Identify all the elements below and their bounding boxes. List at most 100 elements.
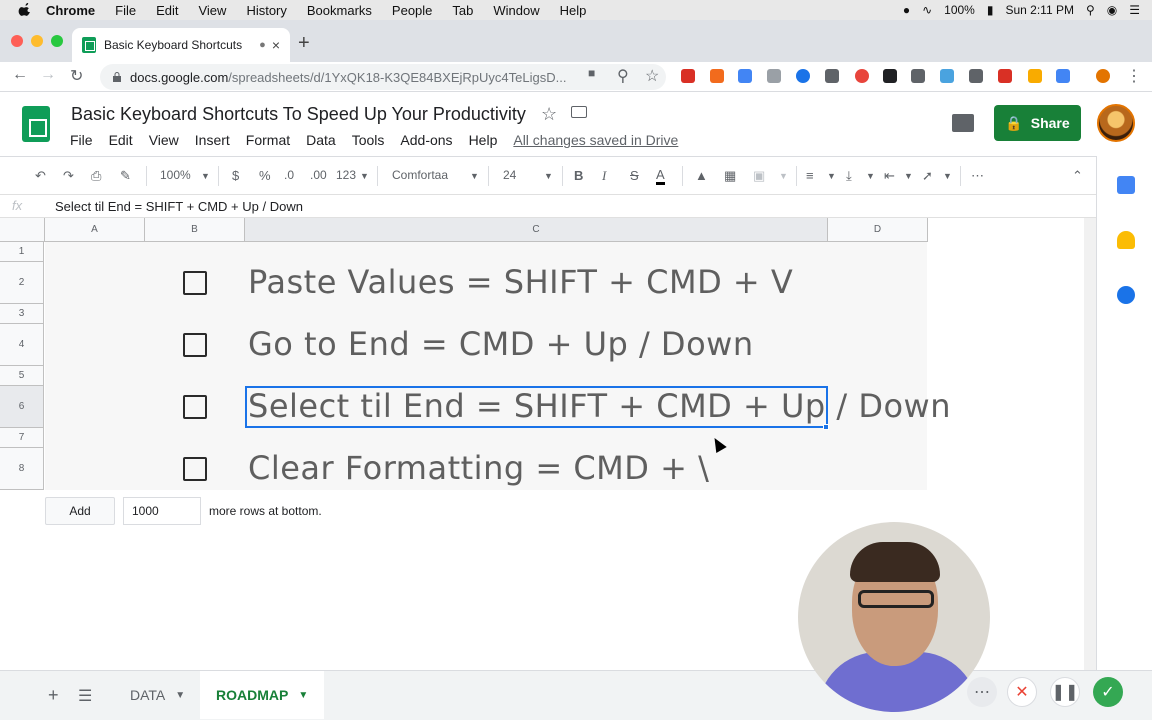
recording-pause-icon[interactable]: ❚❚ — [1050, 677, 1080, 707]
rows-count-input[interactable]: 1000 — [123, 497, 201, 525]
more-vertical-icon[interactable]: ⋮ — [1126, 66, 1142, 86]
apple-icon[interactable] — [18, 3, 32, 17]
fill-handle[interactable] — [823, 424, 829, 430]
download-extension-icon[interactable] — [796, 69, 810, 83]
merge-cells-icon[interactable]: ▣ — [753, 168, 765, 184]
doc-menu-insert[interactable]: Insert — [195, 132, 230, 148]
spotlight-icon[interactable]: ⚲ — [1086, 3, 1095, 17]
window-minimize-button[interactable] — [31, 35, 43, 47]
menu-bookmarks[interactable]: Bookmarks — [307, 3, 372, 18]
microphone-icon[interactable]: ● — [903, 3, 910, 17]
redo-icon[interactable]: ↷ — [63, 168, 74, 184]
battery-icon[interactable]: ▮ — [987, 3, 994, 17]
vertical-align-icon[interactable]: ⤓ — [846, 168, 852, 184]
keep-icon[interactable] — [1117, 231, 1135, 249]
row-header[interactable]: 5 — [0, 366, 44, 386]
move-folder-icon[interactable] — [571, 106, 587, 118]
extension-icon[interactable] — [1028, 69, 1042, 83]
window-zoom-button[interactable] — [51, 35, 63, 47]
undo-icon[interactable]: ↶ — [35, 168, 46, 184]
active-cell-selection[interactable] — [245, 386, 828, 428]
column-header[interactable]: A — [45, 218, 145, 242]
extension-icon[interactable] — [767, 69, 781, 83]
tab-close-icon[interactable]: × — [272, 37, 280, 53]
extension-icon[interactable] — [883, 69, 897, 83]
wifi-icon[interactable]: ∿ — [922, 3, 932, 17]
zoom-select[interactable]: 100% — [160, 168, 191, 182]
increase-decimal-button[interactable]: .00 — [310, 168, 327, 182]
vertical-scrollbar[interactable] — [1084, 218, 1096, 670]
row-header[interactable]: 7 — [0, 428, 44, 448]
extension-icon[interactable] — [1056, 69, 1070, 83]
back-arrow-icon[interactable]: ← — [12, 66, 28, 84]
decrease-decimal-button[interactable]: .0 — [284, 168, 294, 182]
font-family-select[interactable]: Comfortaa — [392, 168, 448, 182]
profile-avatar-icon[interactable] — [1096, 69, 1110, 83]
text-rotation-icon[interactable]: ➚ — [922, 168, 933, 184]
browser-tab[interactable]: Basic Keyboard Shortcuts ● × — [72, 28, 290, 62]
doc-menu-data[interactable]: Data — [306, 132, 336, 148]
row-header[interactable]: 6 — [0, 386, 44, 428]
extension-icon[interactable] — [855, 69, 869, 83]
doc-menu-addons[interactable]: Add-ons — [400, 132, 452, 148]
extension-icon[interactable] — [911, 69, 925, 83]
chevron-down-icon[interactable]: ▼ — [943, 171, 952, 181]
reload-icon[interactable]: ↻ — [70, 66, 83, 86]
bold-button[interactable]: B — [574, 168, 583, 183]
more-formats-button[interactable]: 123 — [336, 168, 356, 182]
share-button[interactable]: 🔒 Share — [994, 105, 1081, 141]
sheets-logo-icon[interactable] — [22, 106, 50, 142]
chevron-down-icon[interactable]: ▼ — [175, 690, 185, 701]
column-header[interactable]: B — [145, 218, 245, 242]
chevron-down-icon[interactable]: ▼ — [827, 171, 836, 181]
list-item[interactable]: Clear Formatting = CMD + \ — [248, 449, 709, 487]
doc-menu-format[interactable]: Format — [246, 132, 290, 148]
list-item[interactable]: Paste Values = SHIFT + CMD + V — [248, 263, 793, 301]
row-header[interactable]: 4 — [0, 324, 44, 366]
doc-menu-file[interactable]: File — [70, 132, 93, 148]
extension-icon[interactable] — [710, 69, 724, 83]
add-rows-button[interactable]: Add — [45, 497, 115, 525]
paint-format-icon[interactable]: ✎ — [120, 168, 131, 184]
doc-menu-view[interactable]: View — [149, 132, 179, 148]
comments-icon[interactable] — [952, 114, 974, 132]
list-item[interactable]: Go to End = CMD + Up / Down — [248, 325, 754, 363]
checkbox[interactable] — [183, 333, 207, 357]
column-header[interactable]: D — [828, 218, 928, 242]
doc-menu-help[interactable]: Help — [469, 132, 498, 148]
row-header[interactable]: 1 — [0, 242, 44, 262]
address-bar[interactable]: docs.google.com /spreadsheets/d/1YxQK18-… — [100, 64, 666, 90]
row-header[interactable]: 3 — [0, 304, 44, 324]
calendar-icon[interactable] — [1117, 176, 1135, 194]
add-sheet-icon[interactable]: + — [48, 685, 59, 706]
menu-window[interactable]: Window — [493, 3, 539, 18]
camera-icon[interactable]: ■ — [588, 66, 595, 80]
chevron-down-icon[interactable]: ▼ — [298, 690, 308, 701]
checkbox[interactable] — [183, 457, 207, 481]
horizontal-align-icon[interactable]: ≡ — [806, 168, 814, 183]
extension-icon[interactable] — [969, 69, 983, 83]
more-horizontal-icon[interactable]: ⋯ — [971, 168, 984, 184]
sheet-tab-roadmap[interactable]: ROADMAP ▼ — [200, 671, 325, 719]
siri-icon[interactable]: ◉ — [1107, 3, 1117, 17]
sheet-tab-data[interactable]: DATA ▼ — [130, 671, 185, 719]
window-close-button[interactable] — [11, 35, 23, 47]
extension-icon[interactable] — [940, 69, 954, 83]
forward-arrow-icon[interactable]: → — [40, 66, 56, 84]
formula-input[interactable]: Select til End = SHIFT + CMD + Up / Down — [55, 199, 303, 214]
chevron-down-icon[interactable]: ▼ — [866, 171, 875, 181]
select-all-corner[interactable] — [0, 218, 45, 242]
menu-tab[interactable]: Tab — [452, 3, 473, 18]
strikethrough-button[interactable]: S — [630, 168, 639, 183]
document-title[interactable]: Basic Keyboard Shortcuts To Speed Up You… — [71, 104, 526, 125]
borders-icon[interactable]: ▦ — [724, 168, 736, 184]
all-sheets-menu-icon[interactable]: ☰ — [78, 686, 92, 706]
doc-menu-edit[interactable]: Edit — [109, 132, 133, 148]
recording-options-icon[interactable]: ⋯ — [967, 677, 997, 707]
recording-cancel-icon[interactable]: ✕ — [1007, 677, 1037, 707]
recording-done-icon[interactable]: ✓ — [1093, 677, 1123, 707]
doc-menu-tools[interactable]: Tools — [352, 132, 385, 148]
menu-app-name[interactable]: Chrome — [46, 3, 95, 18]
menu-help[interactable]: Help — [560, 3, 587, 18]
user-avatar[interactable] — [1097, 104, 1135, 142]
